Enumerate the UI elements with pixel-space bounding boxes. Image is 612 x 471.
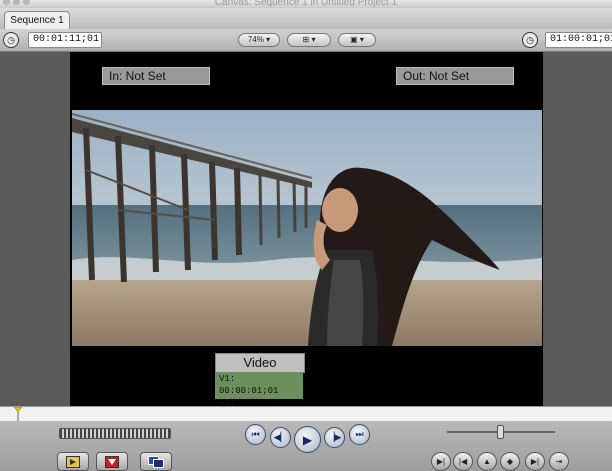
transport-controls: ⏮ ◀▏ ▶ ▕▶ ⏭ ▶| |◀ ▲ ◆ ▶| ⇥ bbox=[0, 421, 612, 471]
overlay-icon: ▣ bbox=[350, 35, 358, 44]
timeline-scrubber[interactable] bbox=[0, 406, 612, 422]
overlay-options-popup[interactable]: ▣ ▾ bbox=[338, 33, 376, 47]
window-controls[interactable] bbox=[3, 0, 30, 5]
video-frame bbox=[72, 110, 542, 346]
duration-clock-icon: ◷ bbox=[3, 32, 19, 48]
insert-edit-button[interactable] bbox=[57, 452, 89, 471]
tab-sequence-1[interactable]: Sequence 1 bbox=[4, 11, 70, 30]
match-frame-icon[interactable]: ▶| bbox=[431, 452, 451, 471]
tab-bar: Sequence 1 bbox=[0, 8, 612, 30]
mark-clip-icon[interactable]: ▲ bbox=[477, 452, 497, 471]
video-overlay-timecodes: V1: 00:00:01;01 V2: 00:00:01;01 bbox=[215, 372, 303, 420]
go-to-in-icon[interactable]: ⏮ bbox=[245, 424, 266, 445]
insert-edit-icon bbox=[66, 455, 80, 468]
mark-out-icon[interactable]: ▶| bbox=[525, 452, 545, 471]
duration-timecode[interactable]: 00:01:11;01 bbox=[28, 32, 102, 48]
replace-edit-icon bbox=[148, 455, 164, 468]
canvas-toolbar: ◷ 00:01:11;01 74% ▾ ⊞ ▾ ▣ ▾ ◷ 01:00:01;0… bbox=[0, 29, 612, 52]
overwrite-edit-button[interactable] bbox=[96, 452, 128, 471]
v1-timecode: V1: 00:00:01;01 bbox=[219, 374, 279, 396]
view-options-popup[interactable]: ⊞ ▾ bbox=[287, 33, 331, 47]
shuttle-knob[interactable] bbox=[497, 425, 504, 439]
overwrite-edit-icon bbox=[105, 455, 119, 468]
mark-in-icon[interactable]: |◀ bbox=[453, 452, 473, 471]
zoom-window-icon[interactable] bbox=[23, 0, 30, 5]
go-to-out-icon[interactable]: ⏭ bbox=[349, 424, 370, 445]
zoom-value: 74% bbox=[247, 35, 264, 44]
minimize-window-icon[interactable] bbox=[13, 0, 20, 5]
video-overlay-title: Video bbox=[215, 353, 305, 373]
current-clock-icon: ◷ bbox=[522, 32, 538, 48]
view-options-icon: ⊞ bbox=[302, 35, 310, 44]
close-window-icon[interactable] bbox=[3, 0, 10, 5]
zoom-popup[interactable]: 74% ▾ bbox=[238, 33, 280, 47]
play-icon[interactable]: ▶ bbox=[294, 426, 321, 453]
add-marker-icon[interactable]: ◆ bbox=[500, 452, 520, 471]
previous-edit-icon[interactable]: ◀▏ bbox=[270, 427, 291, 448]
playhead-icon[interactable] bbox=[14, 407, 22, 421]
canvas-frame[interactable]: In: Not Set Out: Not Set Video V1: 00:00… bbox=[70, 52, 543, 420]
export-icon[interactable]: ⇥ bbox=[549, 452, 569, 471]
video-frame-image bbox=[72, 110, 542, 346]
out-point-label: Out: Not Set bbox=[396, 67, 514, 85]
window-title: Canvas: Sequence 1 in Untitled Project 1 bbox=[214, 0, 398, 8]
window-titlebar: Canvas: Sequence 1 in Untitled Project 1 bbox=[0, 0, 612, 8]
current-timecode[interactable]: 01:00:01;01 bbox=[545, 32, 612, 48]
jog-control[interactable] bbox=[59, 428, 171, 439]
in-point-label: In: Not Set bbox=[102, 67, 210, 85]
next-edit-icon[interactable]: ▕▶ bbox=[324, 427, 345, 448]
replace-edit-button[interactable] bbox=[140, 452, 172, 471]
